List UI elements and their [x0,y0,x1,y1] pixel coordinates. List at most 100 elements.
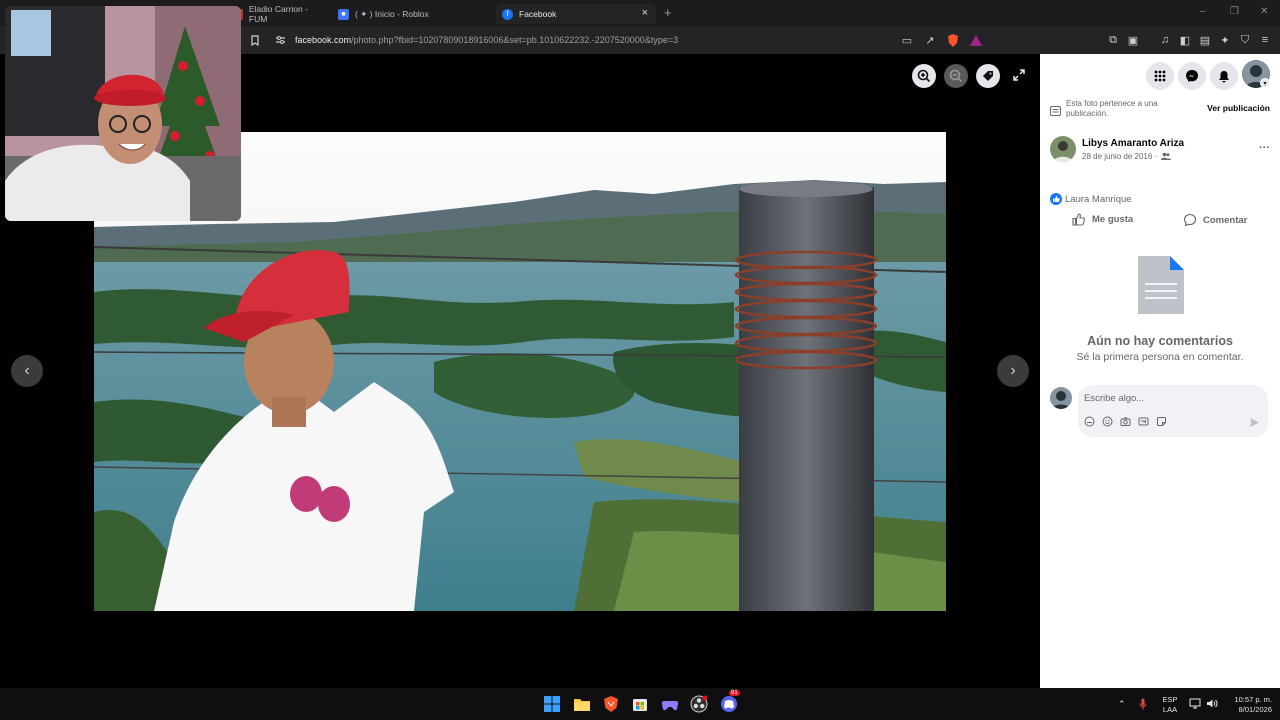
volume-icon[interactable] [1206,698,1218,712]
clock[interactable]: 10:57 p. m. 8/01/2026 [1224,695,1272,715]
discord-badge: 91 [729,690,740,696]
send-icon[interactable] [1249,415,1260,433]
store-button[interactable] [631,695,649,713]
grid-menu-icon [1154,70,1166,82]
avatar-sticker-icon[interactable] [1084,414,1095,432]
sidebar-icon[interactable]: ◧ [1178,33,1192,47]
fullscreen-button[interactable] [1012,68,1026,87]
friends-audience-icon [1161,152,1172,160]
emoji-icon[interactable] [1102,414,1113,432]
commenter-avatar[interactable] [1050,387,1072,409]
view-post-link[interactable]: Ver publicación [1207,103,1270,113]
tab-facebook[interactable]: f Facebook × [496,4,656,24]
menu-icon[interactable]: ≡ [1258,33,1272,47]
url-domain: facebook.com [295,35,352,45]
windows-taskbar: 91 ⌃ ESP LAA 10:57 p. m. 8/01/2026 [0,688,1280,720]
brave-shield-icon[interactable] [946,33,960,47]
start-button[interactable] [543,695,561,713]
bell-icon [1219,70,1229,82]
network-icon[interactable] [1189,698,1201,712]
store-icon [633,699,647,711]
brave-icon [604,696,618,712]
close-window-button[interactable]: ✕ [1260,6,1268,17]
next-photo-button[interactable]: › [997,355,1029,387]
composer-toolbar [1084,414,1167,432]
zoom-in-button[interactable] [912,64,936,88]
microphone-icon[interactable] [1139,698,1147,713]
comment-button[interactable]: Comentar [1183,213,1247,227]
brave-browser-button[interactable] [602,695,620,713]
url-field[interactable]: facebook.com/photo.php?fbid=102078090189… [295,35,678,45]
vpn-icon[interactable]: ⛉ [1238,33,1252,47]
clock-date: 8/01/2026 [1238,705,1272,714]
more-options-icon[interactable]: ··· [1259,142,1270,154]
chevron-right-icon: › [1010,362,1016,379]
author-name[interactable]: Libys Amaranto Ariza [1082,138,1184,149]
tab-label: Facebook [519,9,557,19]
post-icon [1050,103,1061,121]
like-label: Me gusta [1092,214,1134,225]
roblox-icon: ■ [338,8,349,20]
document-icon [1138,256,1184,314]
tab-eladio[interactable]: ▶ Eladio Carrion - FUM [232,4,328,24]
messenger-icon [1186,70,1198,82]
comment-input[interactable]: Escribe algo... [1084,393,1144,404]
comment-composer[interactable]: Escribe algo... [1078,385,1268,437]
comment-icon [1183,213,1197,227]
language-indicator[interactable]: ESP LAA [1158,695,1182,715]
chevron-up-icon[interactable]: ⌃ [1118,699,1126,709]
bookmark-icon[interactable] [248,33,262,47]
previous-photo-button[interactable]: ‹ [11,355,43,387]
tag-icon [983,71,993,81]
media-icon[interactable]: ♫ [1158,33,1172,47]
extensions-icon[interactable]: ⧉ [1106,33,1120,47]
post-notice: Esta foto pertenece a una publicación. [1066,99,1158,118]
like-reaction-icon [1050,193,1062,205]
close-tab-icon[interactable]: × [642,7,648,19]
screen: ▶ Eladio Carrion - FUM ■ ( ✦ ) Inicio - … [0,0,1280,720]
comment-label: Comentar [1203,214,1248,226]
thumbs-up-icon [1072,213,1085,226]
site-settings-icon[interactable] [273,33,287,47]
author-avatar[interactable] [1050,136,1076,162]
webcam-feed [5,6,241,221]
clock-time: 10:57 p. m. [1234,695,1272,704]
obs-button[interactable] [690,695,708,713]
zoom-in-icon [917,69,931,83]
gif-icon[interactable] [1138,414,1149,432]
like-button[interactable]: Me gusta [1072,213,1133,226]
post-side-panel: ▾ Esta foto pertenece a una publicación.… [1040,54,1280,688]
cast-icon[interactable]: ▭ [900,33,914,47]
game-launcher-button[interactable] [661,695,679,713]
maximize-button[interactable]: ❒ [1230,6,1239,17]
windows-icon [544,696,560,712]
notifications-button[interactable] [1210,62,1238,90]
discord-button[interactable]: 91 [720,690,740,713]
brave-rewards-icon[interactable] [969,33,983,47]
obs-icon [690,695,708,713]
tab-roblox[interactable]: ■ ( ✦ ) Inicio - Roblox [338,4,488,24]
screenshot-icon[interactable]: ▣ [1126,33,1140,47]
sticker-icon[interactable] [1156,414,1167,432]
empty-comments-title: Aún no hay comentarios [1087,334,1233,348]
folder-icon [574,699,590,711]
file-explorer-button[interactable] [573,695,591,713]
new-tab-button[interactable]: + [664,5,672,20]
webcam-overlay [5,6,241,221]
messenger-button[interactable] [1178,62,1206,90]
post-date[interactable]: 28 de junio de 2016 · [1082,152,1172,161]
chevron-down-icon[interactable]: ▾ [1260,78,1270,88]
facebook-icon: f [502,8,513,20]
camera-icon[interactable] [1120,414,1131,432]
zoom-out-icon [949,69,963,83]
minimize-button[interactable]: – [1200,6,1206,17]
zoom-out-button[interactable] [944,64,968,88]
leo-ai-icon[interactable]: ✦ [1218,33,1232,47]
chevron-left-icon: ‹ [24,362,30,379]
wallet-icon[interactable]: ▤ [1198,33,1212,47]
tag-button[interactable] [976,64,1000,88]
tab-label: ( ✦ ) Inicio - Roblox [355,8,429,19]
share-icon[interactable]: ↗ [923,33,937,47]
menu-button[interactable] [1146,62,1174,90]
reaction-names[interactable]: Laura Manrique [1065,194,1132,205]
